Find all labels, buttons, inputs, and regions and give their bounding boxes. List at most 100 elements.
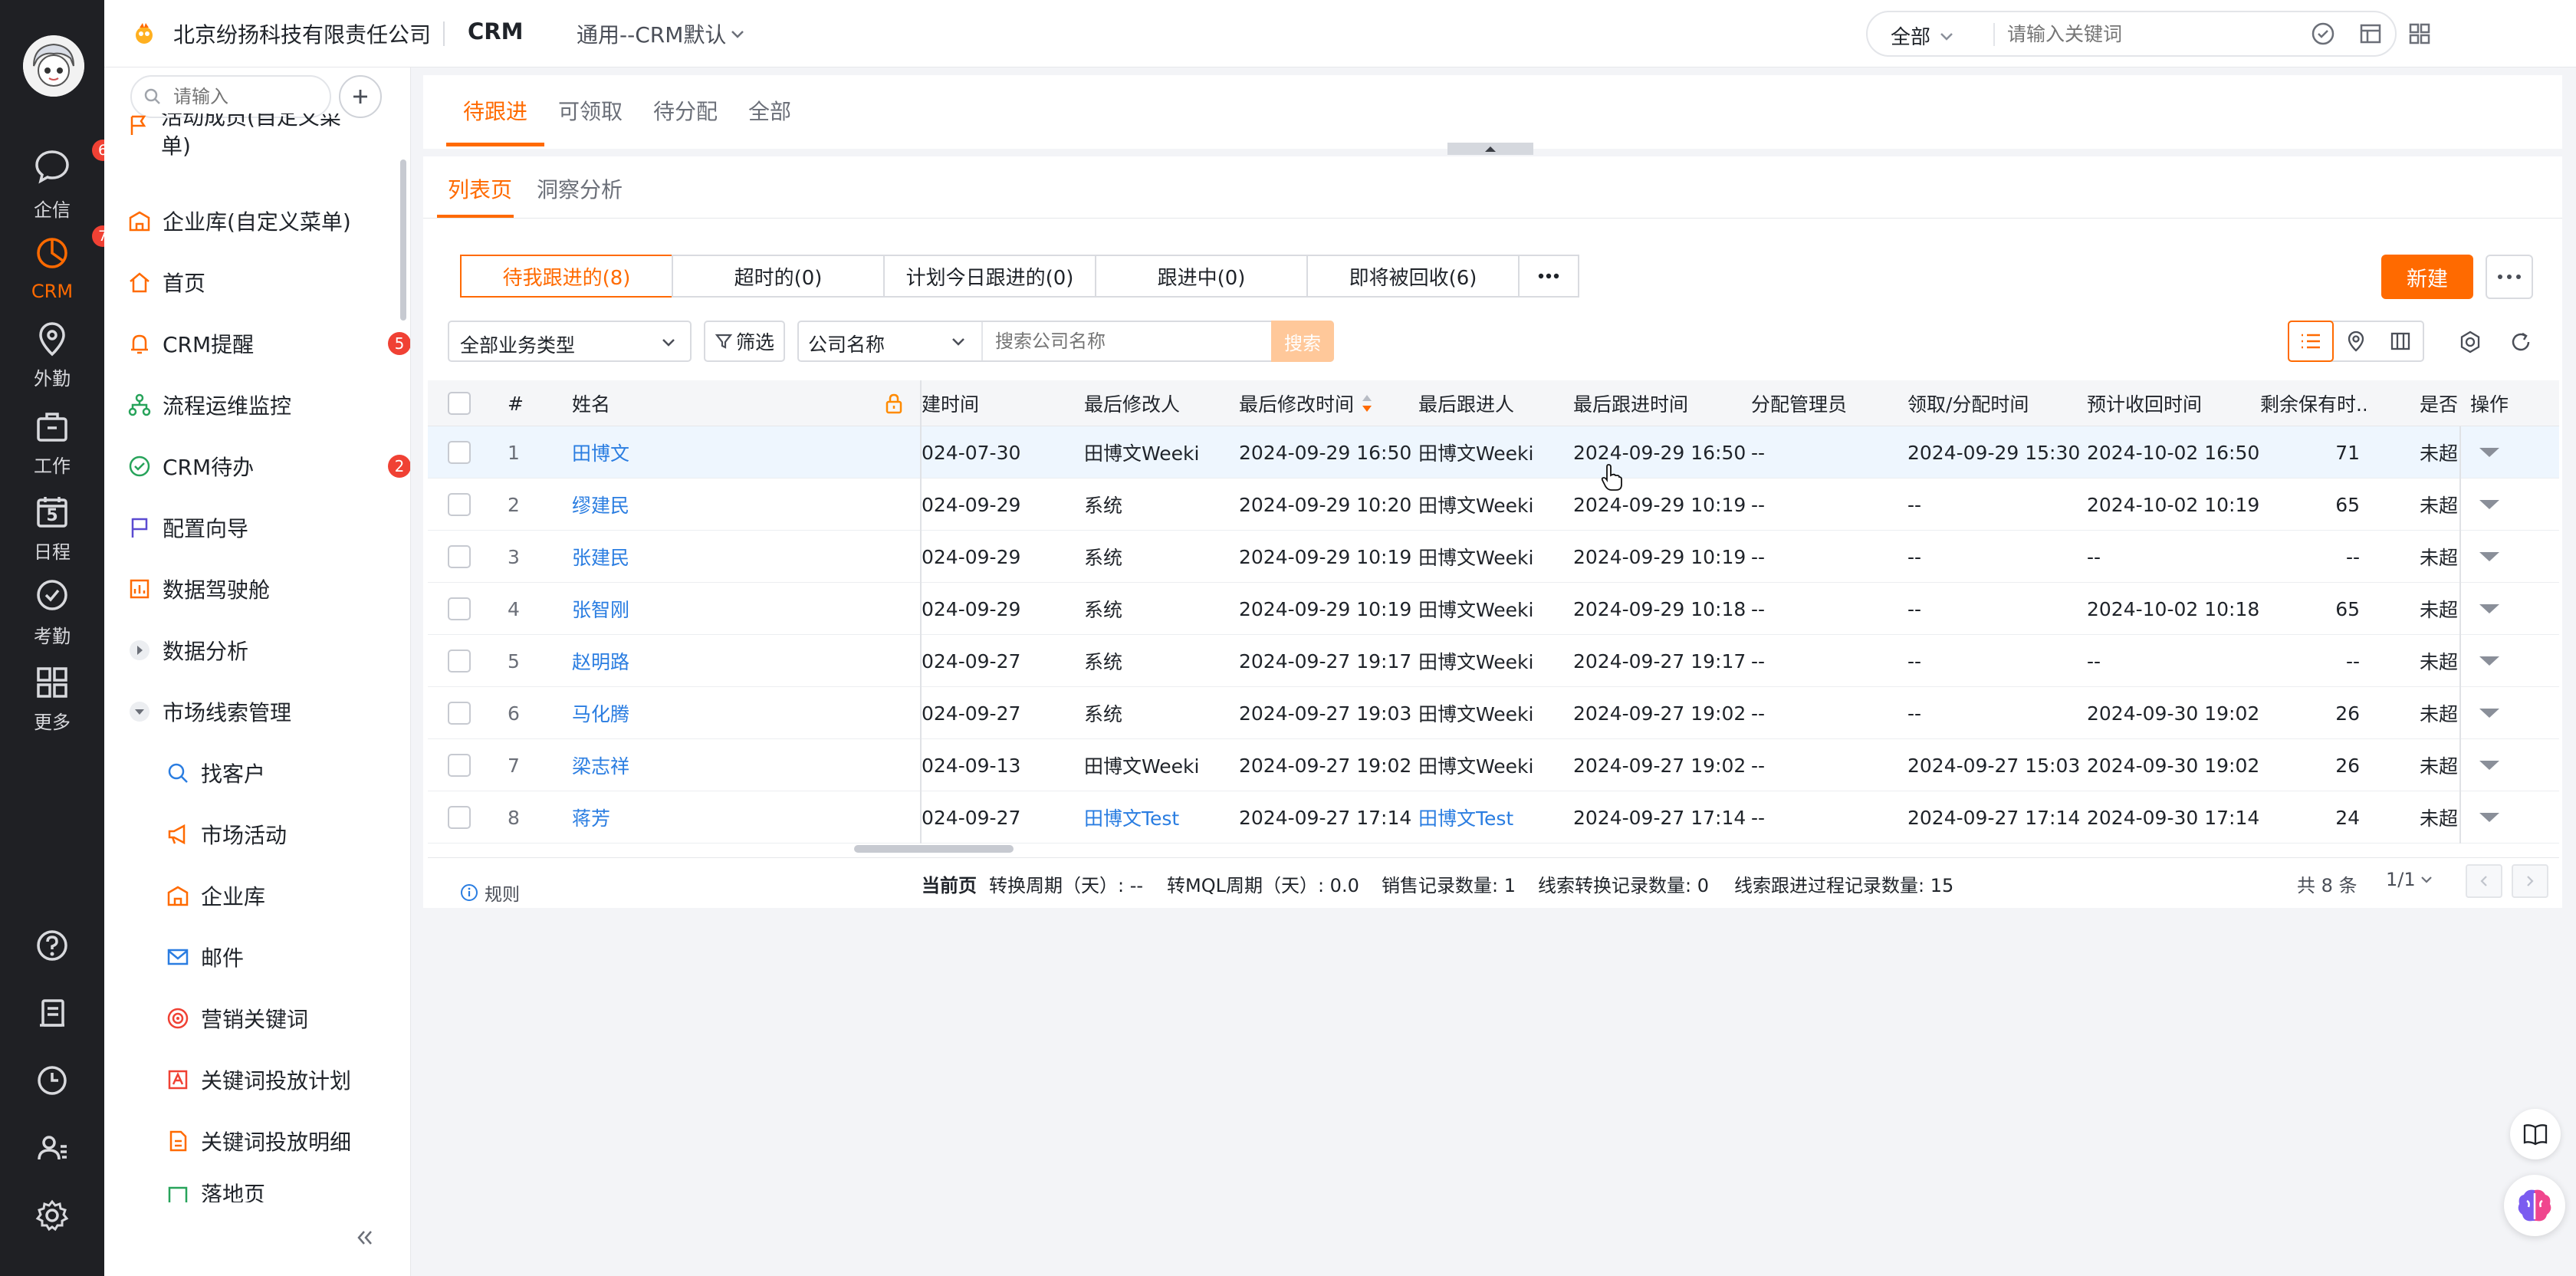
layout-button[interactable] [2355, 18, 2386, 49]
col-header-claimed[interactable]: 领取/分配时间 [1907, 380, 2029, 426]
tab-pending-follow[interactable]: 待跟进 [463, 95, 527, 126]
row-name-link[interactable]: 马化腾 [572, 687, 629, 739]
sidebar-scrollbar[interactable] [400, 160, 406, 321]
notebook-button[interactable] [0, 988, 104, 1038]
row-checkbox[interactable] [448, 739, 471, 791]
sidebar-item-data-analysis[interactable]: 数据分析 [127, 627, 248, 673]
rail-crm[interactable]: 7 CRM [0, 225, 113, 308]
row-action-dropdown[interactable] [2479, 531, 2499, 583]
sidebar-item-find-customer[interactable]: 找客户 [166, 750, 265, 796]
rail-work[interactable]: 工作 [0, 406, 104, 483]
collapse-handle[interactable] [1447, 143, 1533, 155]
col-header-modified[interactable]: 最后修改时间 [1239, 380, 1375, 426]
rail-attendance[interactable]: 考勤 [0, 577, 104, 653]
help-button[interactable] [0, 920, 104, 971]
row-action-dropdown[interactable] [2479, 426, 2499, 479]
col-header-name[interactable]: 姓名 [572, 380, 610, 426]
todo-check-button[interactable] [2308, 18, 2338, 49]
seg-more-button[interactable] [1518, 255, 1579, 298]
row-action-dropdown[interactable] [2479, 479, 2499, 531]
tab-to-assign[interactable]: 待分配 [653, 95, 718, 126]
row-action-dropdown[interactable] [2479, 791, 2499, 844]
contacts-button[interactable] [0, 1123, 104, 1173]
row-name-link[interactable]: 张智刚 [572, 583, 629, 635]
row-action-dropdown[interactable] [2479, 739, 2499, 791]
table-settings-button[interactable] [2453, 325, 2487, 359]
sidebar-item-config-guide[interactable]: 配置向导 [127, 505, 248, 551]
lock-icon[interactable] [883, 380, 905, 426]
row-checkbox[interactable] [448, 791, 471, 844]
sidebar-item-market-activity[interactable]: 市场活动 [166, 811, 287, 857]
table-row[interactable]: 5 赵明路 024-09-27 19:17 系统 2024-09-27 19:1… [428, 635, 2559, 687]
rail-waiqin[interactable]: 外勤 [0, 319, 104, 396]
sidebar-item-keyword-plan[interactable]: 关键词投放计划 [166, 1057, 351, 1103]
sidebar-item-keywords[interactable]: 营销关键词 [166, 995, 308, 1041]
sidebar-item-process-monitor[interactable]: 流程运维监控 [127, 382, 291, 428]
seg-today-plan[interactable]: 计划今日跟进的(0) [883, 255, 1096, 298]
col-header-created[interactable]: 建时间 [922, 380, 1024, 426]
subtab-insight[interactable]: 洞察分析 [537, 173, 623, 204]
sidebar-item-enterprise-lib-custom[interactable]: 企业库(自定义菜单) [127, 198, 351, 244]
table-row[interactable]: 6 马化腾 024-09-27 19:02 系统 2024-09-27 19:0… [428, 687, 2559, 739]
row-checkbox[interactable] [448, 687, 471, 739]
row-checkbox[interactable] [448, 426, 471, 479]
prev-page-button[interactable] [2466, 864, 2502, 898]
seg-in-progress[interactable]: 跟进中(0) [1095, 255, 1308, 298]
row-action-dropdown[interactable] [2479, 583, 2499, 635]
search-button[interactable]: 搜索 [1271, 321, 1334, 362]
next-page-button[interactable] [2512, 864, 2548, 898]
sidebar-item-mail[interactable]: 邮件 [166, 934, 244, 980]
col-header-follower[interactable]: 最后跟进人 [1418, 380, 1514, 426]
table-row[interactable]: 1 田博文 024-07-30 11:31 田博文Weeki 2024-09-2… [428, 426, 2559, 479]
apps-button[interactable] [2404, 18, 2435, 49]
sidebar-item-crm-todo[interactable]: CRM待办 2 [127, 443, 410, 489]
page-select[interactable]: 1/1 [2386, 869, 2434, 890]
settings-button[interactable] [0, 1190, 104, 1241]
seg-to-recycle[interactable]: 即将被回收(6) [1306, 255, 1520, 298]
field-select[interactable]: 公司名称 [799, 322, 983, 360]
sidebar-add-button[interactable] [339, 75, 382, 118]
row-name-link[interactable]: 缪建民 [572, 479, 629, 531]
history-button[interactable] [0, 1055, 104, 1106]
table-horizontal-scrollbar[interactable] [854, 845, 1014, 853]
row-name-link[interactable]: 赵明路 [572, 635, 629, 687]
sidebar-item-landing-page[interactable]: 落地页 [166, 1176, 396, 1202]
row-name-link[interactable]: 梁志祥 [572, 739, 629, 791]
row-checkbox[interactable] [448, 479, 471, 531]
row-name-link[interactable]: 张建民 [572, 531, 629, 583]
more-actions-button[interactable] [2486, 255, 2533, 299]
table-row[interactable]: 3 张建民 024-09-29 10:19 系统 2024-09-29 10:1… [428, 531, 2559, 583]
view-selector[interactable]: 通用--CRM默认 [577, 18, 746, 49]
sidebar-item-activity-members[interactable]: 活动成员(自定义菜单) [127, 113, 380, 167]
select-all-checkbox[interactable] [448, 380, 471, 426]
tab-claimable[interactable]: 可领取 [558, 95, 623, 126]
sidebar-item-crm-reminder[interactable]: CRM提醒 5 [127, 321, 410, 367]
list-view-button[interactable] [2288, 321, 2334, 362]
seg-overdue[interactable]: 超时的(0) [672, 255, 885, 298]
row-checkbox[interactable] [448, 531, 471, 583]
biz-type-select[interactable]: 全部业务类型 [448, 321, 692, 362]
company-name[interactable]: 北京纷扬科技有限责任公司 [173, 18, 431, 49]
col-header-modifier[interactable]: 最后修改人 [1084, 380, 1180, 426]
col-header-flag[interactable]: 是否 [2420, 380, 2459, 426]
col-header-remain[interactable]: 剩余保有时... [2260, 380, 2366, 426]
sidebar-search-input[interactable] [172, 84, 317, 109]
table-row[interactable]: 7 梁志祥 024-09-13 12:02 田博文Weeki 2024-09-2… [428, 739, 2559, 791]
col-header-followed[interactable]: 最后跟进时间 [1573, 380, 1688, 426]
rail-qixin[interactable]: 6 企信 [0, 140, 113, 222]
table-row[interactable]: 4 张智刚 024-09-29 10:18 系统 2024-09-29 10:1… [428, 583, 2559, 635]
sidebar-item-keyword-detail[interactable]: 关键词投放明细 [166, 1118, 351, 1164]
sidebar-item-data-cockpit[interactable]: 数据驾驶舱 [127, 566, 270, 612]
subtab-list[interactable]: 列表页 [448, 173, 512, 204]
ai-assistant-button[interactable] [2504, 1175, 2565, 1236]
refresh-button[interactable] [2504, 325, 2538, 359]
tab-all[interactable]: 全部 [748, 95, 791, 126]
sidebar-item-market-leads[interactable]: 市场线索管理 [127, 689, 291, 735]
collapse-sidebar-button[interactable] [350, 1222, 380, 1253]
row-checkbox[interactable] [448, 583, 471, 635]
row-action-dropdown[interactable] [2479, 635, 2499, 687]
row-name-link[interactable]: 田博文 [572, 426, 629, 479]
company-search-input[interactable] [994, 328, 1254, 354]
seg-my-follow[interactable]: 待我跟进的(8) [460, 255, 673, 298]
rules-link[interactable]: 规则 [460, 880, 520, 906]
